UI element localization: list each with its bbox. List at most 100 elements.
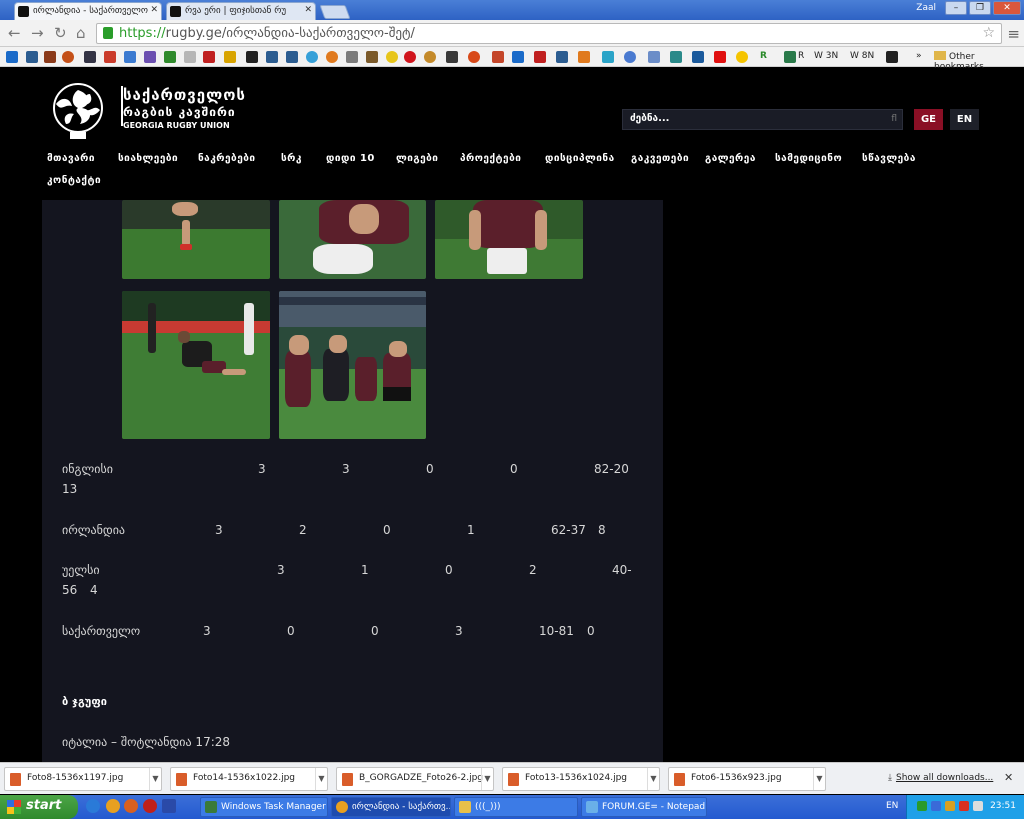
language-ge-button[interactable]: GE	[914, 109, 943, 130]
bookmark-icon[interactable]	[366, 51, 378, 63]
gallery-photo[interactable]	[122, 291, 270, 439]
bookmark-icon[interactable]	[184, 51, 196, 63]
search-icon[interactable]: fl	[891, 114, 897, 124]
bookmark-icon[interactable]	[886, 51, 898, 63]
close-downloads-icon[interactable]: ✕	[1004, 771, 1013, 784]
chevron-down-icon[interactable]: ▼	[481, 768, 493, 790]
menu-icon[interactable]: ≡	[1007, 25, 1020, 43]
gallery-photo[interactable]	[279, 200, 426, 279]
nav-item-projects[interactable]: პროექტები	[460, 153, 521, 164]
tray-icon[interactable]	[917, 801, 927, 811]
bookmark-icon[interactable]	[492, 51, 504, 63]
language-en-button[interactable]: EN	[950, 109, 979, 130]
chevron-down-icon[interactable]: ▼	[149, 768, 161, 790]
volume-icon[interactable]	[973, 801, 983, 811]
bookmark-icon[interactable]	[386, 51, 398, 63]
nav-item-src[interactable]: სრკ	[281, 153, 302, 164]
nav-item-home[interactable]: მთავარი	[47, 153, 95, 164]
bookmark-icon[interactable]	[124, 51, 136, 63]
bookmark-icon[interactable]	[6, 51, 18, 63]
tray-icon[interactable]	[931, 801, 941, 811]
show-all-downloads-link[interactable]: ⤓ Show all downloads...	[888, 773, 993, 783]
bookmark-icon[interactable]	[556, 51, 568, 63]
tray-icon[interactable]	[959, 801, 969, 811]
more-bookmarks-button[interactable]: »	[916, 51, 922, 61]
georgia-rugby-logo-icon[interactable]	[42, 80, 114, 140]
start-button[interactable]: start	[0, 795, 78, 819]
home-icon[interactable]: ⌂	[76, 24, 86, 42]
bookmark-icon[interactable]	[286, 51, 298, 63]
bookmark-icon[interactable]	[624, 51, 636, 63]
bookmark-icon[interactable]	[44, 51, 56, 63]
tab-second[interactable]: რვა ერი | ფიჯისთან რუ ✕	[166, 2, 316, 20]
nav-item-contact[interactable]: კონტაქტი	[47, 175, 101, 186]
bookmark-icon[interactable]	[203, 51, 215, 63]
download-item[interactable]: Foto14-1536x1022.jpg ▼	[170, 767, 328, 791]
bookmark-label[interactable]: R	[798, 51, 804, 61]
taskbar-item-browser[interactable]: ირლანდია - საქართვ...	[331, 797, 451, 817]
nav-item-gallery[interactable]: გალერეა	[705, 153, 756, 164]
bookmark-icon[interactable]	[346, 51, 358, 63]
bookmark-icon[interactable]	[306, 51, 318, 63]
nav-item-didi10[interactable]: დიდი 10	[326, 153, 375, 164]
quicklaunch-ie-icon[interactable]	[86, 799, 100, 813]
bookmark-icon[interactable]	[692, 51, 704, 63]
bookmark-icon[interactable]	[404, 51, 416, 63]
bookmark-label[interactable]: W 3N	[814, 51, 838, 61]
bookmark-icon[interactable]	[602, 51, 614, 63]
nav-item-teams[interactable]: ნაკრებები	[198, 153, 256, 164]
bookmark-icon[interactable]	[326, 51, 338, 63]
bookmark-icon[interactable]	[224, 51, 236, 63]
download-item[interactable]: Foto13-1536x1024.jpg ▼	[502, 767, 660, 791]
chevron-down-icon[interactable]: ▼	[813, 768, 825, 790]
bookmark-icon[interactable]	[424, 51, 436, 63]
bookmark-icon[interactable]	[578, 51, 590, 63]
bookmark-icon[interactable]	[164, 51, 176, 63]
nav-item-medical[interactable]: სამედიცინო	[775, 153, 842, 164]
quicklaunch-chrome-icon[interactable]	[106, 799, 120, 813]
bookmark-label[interactable]: W 8N	[850, 51, 874, 61]
taskbar-item-notepad[interactable]: FORUM.GE= - Notepad	[581, 797, 707, 817]
bookmark-icon[interactable]	[266, 51, 278, 63]
bookmark-icon[interactable]	[446, 51, 458, 63]
nav-item-education[interactable]: სწავლება	[862, 153, 916, 164]
address-bar[interactable]: https://rugby.ge/ირლანდია-საქართველო-შეტ…	[96, 23, 1002, 44]
bookmark-icon[interactable]	[468, 51, 480, 63]
new-tab-button[interactable]	[319, 5, 351, 19]
bookmark-icon[interactable]	[104, 51, 116, 63]
download-item[interactable]: B_GORGADZE_Foto26-2.jpg ▼	[336, 767, 494, 791]
youtube-icon[interactable]	[714, 51, 726, 63]
taskbar-item-folder[interactable]: (((_)))	[454, 797, 578, 817]
gallery-photo[interactable]	[122, 200, 270, 279]
bookmark-icon[interactable]	[736, 51, 748, 63]
bookmark-icon[interactable]	[246, 51, 258, 63]
bookmark-icon[interactable]	[648, 51, 660, 63]
forward-arrow-icon[interactable]: →	[31, 24, 44, 42]
quicklaunch-app-icon[interactable]	[162, 799, 176, 813]
download-item[interactable]: Foto8-1536x1197.jpg ▼	[4, 767, 162, 791]
search-input[interactable]: ძებნა... fl	[622, 109, 903, 130]
chevron-down-icon[interactable]: ▼	[647, 768, 659, 790]
bookmark-icon[interactable]	[512, 51, 524, 63]
language-indicator[interactable]: EN	[886, 801, 898, 811]
bookmark-icon[interactable]	[534, 51, 546, 63]
restore-button[interactable]: ❐	[969, 1, 991, 15]
back-arrow-icon[interactable]: ←	[8, 24, 21, 42]
bookmark-star-icon[interactable]: ☆	[982, 25, 995, 41]
bookmark-icon[interactable]	[26, 51, 38, 63]
taskbar-item-task-manager[interactable]: Windows Task Manager	[200, 797, 328, 817]
bookmark-icon[interactable]	[84, 51, 96, 63]
nav-item-lessons[interactable]: გაკვეთები	[631, 153, 689, 164]
quicklaunch-firefox-icon[interactable]	[124, 799, 138, 813]
close-tab-icon[interactable]: ✕	[304, 5, 312, 15]
bookmark-r-icon[interactable]: R	[760, 51, 767, 61]
nav-item-discipline[interactable]: დისციპლინა	[545, 153, 615, 164]
minimize-button[interactable]: –	[945, 1, 967, 15]
tray-icon[interactable]	[945, 801, 955, 811]
close-window-button[interactable]: ✕	[993, 1, 1021, 15]
chevron-down-icon[interactable]: ▼	[315, 768, 327, 790]
bookmark-icon[interactable]	[670, 51, 682, 63]
reload-icon[interactable]: ↻	[54, 24, 67, 42]
download-item[interactable]: Foto6-1536x923.jpg ▼	[668, 767, 826, 791]
bookmark-icon[interactable]	[62, 51, 74, 63]
